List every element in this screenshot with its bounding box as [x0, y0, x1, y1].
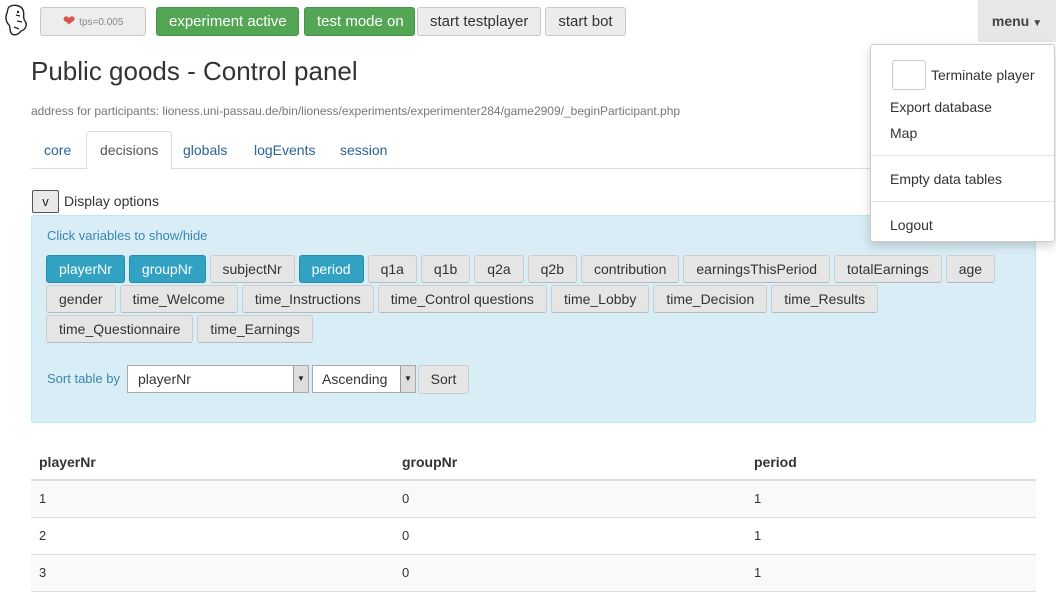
sort-label: Sort table by	[47, 371, 120, 386]
tab-decisions[interactable]: decisions	[86, 131, 173, 170]
variable-toggle-button[interactable]: playerNr	[46, 255, 125, 283]
variable-buttons: playerNr groupNr subjectNr period q1a q1b q2a q…	[46, 255, 1026, 345]
menu-item-logout[interactable]: Logout	[890, 217, 933, 233]
variable-toggle-button[interactable]: age	[945, 255, 996, 283]
variable-toggle-button[interactable]: time_Welcome	[119, 285, 238, 313]
dropdown-arrow-icon[interactable]: ▼	[293, 366, 308, 392]
table-row: 2 0 1	[31, 517, 1036, 555]
heart-icon: ❤	[62, 13, 76, 30]
variable-toggle-button[interactable]: q2a	[474, 255, 524, 283]
sort-order-select[interactable]: Ascending ▼	[312, 365, 416, 393]
variable-toggle-button[interactable]: gender	[46, 285, 116, 313]
variable-toggle-button[interactable]: groupNr	[128, 255, 206, 283]
variable-toggle-button[interactable]: q2b	[527, 255, 577, 283]
variables-hint: Click variables to show/hide	[47, 228, 208, 243]
variable-toggle-button[interactable]: earningsThisPeriod	[683, 255, 831, 283]
start-bot-button[interactable]: start bot	[545, 7, 626, 36]
table-cell: 0	[394, 554, 746, 592]
variable-toggle-button[interactable]: period	[298, 255, 364, 283]
lion-logo-icon[interactable]	[3, 3, 31, 39]
table-row: 1 0 1	[31, 480, 1036, 518]
table-row: 3 0 1	[31, 554, 1036, 592]
variable-toggle-button[interactable]: time_Instructions	[241, 285, 374, 313]
variable-toggle-button[interactable]: q1a	[367, 255, 417, 283]
experiment-active-button[interactable]: experiment active	[156, 7, 299, 36]
table-cell: 1	[746, 517, 1036, 555]
variable-toggle-button[interactable]: time_Lobby	[550, 285, 650, 313]
column-header[interactable]: playerNr	[31, 444, 394, 481]
variable-toggle-button[interactable]: time_Earnings	[197, 315, 313, 343]
decisions-table: playerNr groupNr period 1 0 1 2 0 1 3 0 …	[31, 444, 1036, 592]
tab-core[interactable]: core	[31, 131, 84, 169]
variable-toggle-button[interactable]: time_Results	[771, 285, 879, 313]
display-options-panel: Click variables to show/hide playerNr gro…	[31, 215, 1036, 423]
table-cell: 3	[31, 554, 394, 592]
variable-toggle-button[interactable]: time_Decision	[653, 285, 768, 313]
menu-item-terminate-player[interactable]: Terminate player	[931, 67, 1035, 83]
variable-toggle-button[interactable]: time_Control questions	[377, 285, 547, 313]
column-header[interactable]: period	[746, 444, 1036, 481]
sort-column-select[interactable]: playerNr ▼	[127, 365, 309, 393]
menu-divider	[871, 155, 1054, 156]
menu-item-map[interactable]: Map	[890, 125, 917, 141]
page-title: Public goods - Control panel	[31, 56, 358, 86]
variable-toggle-button[interactable]: totalEarnings	[834, 255, 942, 283]
table-cell: 0	[394, 480, 746, 518]
sort-button[interactable]: Sort	[418, 365, 469, 394]
test-mode-button[interactable]: test mode on	[304, 7, 415, 36]
display-options-toggle[interactable]: v	[32, 190, 59, 213]
menu-button[interactable]: menu ▼	[978, 0, 1056, 42]
variable-toggle-button[interactable]: subjectNr	[209, 255, 295, 283]
tab-session[interactable]: session	[327, 131, 400, 169]
table-cell: 1	[31, 480, 394, 518]
participant-address: address for participants: lioness.uni-pa…	[31, 104, 681, 118]
player-number-input[interactable]	[892, 60, 926, 90]
table-header-row: playerNr groupNr period	[31, 444, 1036, 481]
table-cell: 2	[31, 517, 394, 555]
display-options-label: Display options	[64, 193, 159, 209]
variable-toggle-button[interactable]: time_Questionnaire	[46, 315, 194, 343]
caret-down-icon: ▼	[1032, 18, 1043, 29]
variable-toggle-button[interactable]: q1b	[420, 255, 471, 283]
menu-item-export-database[interactable]: Export database	[890, 99, 992, 115]
tab-globals[interactable]: globals	[170, 131, 240, 169]
table-cell: 1	[746, 554, 1036, 592]
menu-dropdown: Terminate player Export database Map Emp…	[870, 44, 1055, 242]
start-testplayer-button[interactable]: start testplayer	[417, 7, 541, 36]
table-cell: 1	[746, 480, 1036, 518]
column-header[interactable]: groupNr	[394, 444, 746, 481]
menu-divider	[871, 201, 1054, 202]
tab-logevents[interactable]: logEvents	[241, 131, 328, 169]
table-cell: 0	[394, 517, 746, 555]
top-bar: ❤ tps=0.005 experiment active test mode o…	[0, 0, 1056, 42]
dropdown-arrow-icon[interactable]: ▼	[400, 366, 415, 392]
variable-toggle-button[interactable]: contribution	[581, 255, 680, 283]
tps-indicator: ❤ tps=0.005	[40, 7, 146, 36]
menu-item-empty-data-tables[interactable]: Empty data tables	[890, 171, 1002, 187]
